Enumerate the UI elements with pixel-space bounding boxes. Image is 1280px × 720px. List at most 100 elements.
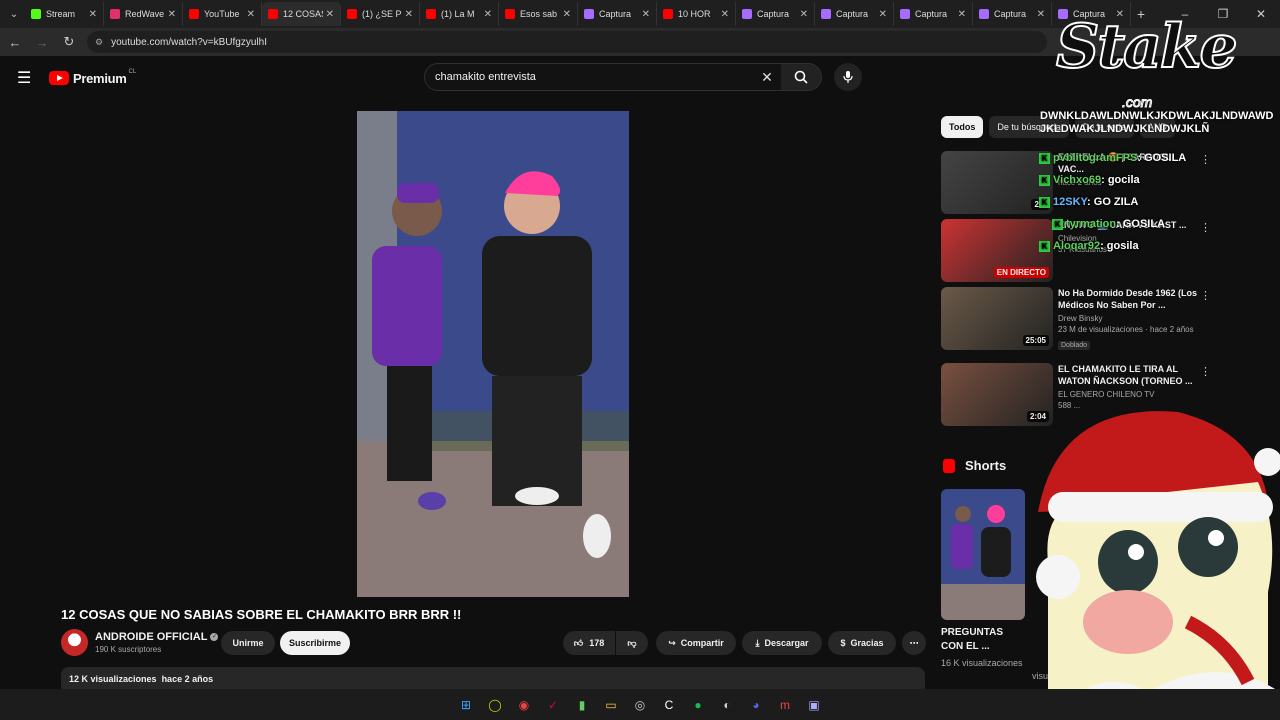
like-icon: 👍︎: [573, 637, 584, 648]
download-button[interactable]: ⤓ Descargar: [742, 631, 822, 655]
browser-tab[interactable]: Stream ✕: [25, 2, 104, 26]
channel-avatar[interactable]: [61, 629, 88, 656]
tab-title: (1) La M: [441, 9, 475, 19]
tab-close-icon[interactable]: ✕: [958, 9, 966, 20]
app2-icon[interactable]: m: [774, 694, 796, 716]
kick-badge-icon: K: [1039, 240, 1050, 252]
chat-message: Ktyrmation: GOSILA: [1052, 218, 1165, 230]
steam-icon[interactable]: ◐: [716, 694, 738, 716]
browser-tab[interactable]: Captura ✕: [894, 2, 973, 26]
tab-close-icon[interactable]: ✕: [1037, 9, 1045, 20]
browser-tab[interactable]: Captura ✕: [736, 2, 815, 26]
more-options-icon[interactable]: ⋮: [1200, 153, 1211, 166]
git-icon[interactable]: ◎: [629, 694, 651, 716]
download-icon: ⤓: [755, 637, 760, 648]
reload-icon[interactable]: ↻: [57, 34, 81, 50]
folder-icon[interactable]: ▭: [600, 694, 622, 716]
chat-username: Aloqar92: [1053, 240, 1101, 252]
more-actions-icon[interactable]: ⋯: [902, 631, 926, 655]
more-options-icon[interactable]: ⋮: [1200, 221, 1211, 234]
opera-gx-icon[interactable]: ◯: [484, 694, 506, 716]
mascot-overlay: [1036, 411, 1280, 720]
tab-favicon-icon: [900, 9, 910, 19]
browser-tab[interactable]: (1) La M ✕: [420, 2, 499, 26]
tab-search-icon[interactable]: ⌄: [3, 3, 25, 25]
obs-icon[interactable]: ✓: [542, 694, 564, 716]
site-info-icon[interactable]: ⚙: [95, 37, 103, 48]
dislike-button[interactable]: 👎︎: [616, 631, 648, 655]
tab-title: 10 HOR: [678, 9, 711, 19]
windows-icon[interactable]: ⊞: [455, 694, 477, 716]
clear-search-icon[interactable]: ✕: [753, 69, 781, 86]
back-icon[interactable]: ←: [3, 35, 27, 50]
short-title[interactable]: PREGUNTAS CON EL ...: [941, 626, 1025, 654]
tab-favicon-icon: [189, 9, 199, 19]
description-box[interactable]: 12 K visualizaciones hace 2 años: [61, 667, 925, 689]
tab-favicon-icon: [821, 9, 831, 19]
more-options-icon[interactable]: ⋮: [1200, 289, 1211, 302]
video-player[interactable]: [357, 111, 629, 597]
tab-title: Captura: [757, 9, 790, 19]
close-window-icon[interactable]: ✕: [1242, 7, 1280, 21]
share-button[interactable]: ↪ Compartir: [656, 631, 736, 655]
forward-icon[interactable]: →: [30, 35, 54, 50]
tab-close-icon[interactable]: ✕: [563, 9, 571, 20]
stake-logo-com: .com: [1121, 94, 1153, 111]
more-options-icon[interactable]: ⋮: [1200, 365, 1211, 378]
tab-close-icon[interactable]: ✕: [405, 9, 413, 20]
discord-icon[interactable]: ◕: [745, 694, 767, 716]
app-icon[interactable]: ▮: [571, 694, 593, 716]
tab-close-icon[interactable]: ✕: [168, 9, 176, 20]
filter-chip[interactable]: Todos: [941, 116, 984, 138]
tab-close-icon[interactable]: ✕: [642, 9, 650, 20]
tab-close-icon[interactable]: ✕: [879, 9, 887, 20]
chat-message: KpvblitogramFPS: GOSILA: [1039, 152, 1186, 164]
menu-icon[interactable]: ☰: [17, 68, 35, 88]
browser-tab[interactable]: Esos sab ✕: [499, 2, 578, 26]
browser-tab[interactable]: (1) ¿SE P ✕: [341, 2, 420, 26]
tab-close-icon[interactable]: ✕: [721, 9, 729, 20]
video-thumbnail[interactable]: EN DIRECTO: [941, 219, 1053, 282]
browser-tab[interactable]: Captura ✕: [815, 2, 894, 26]
thanks-button[interactable]: $ Gracias: [828, 631, 896, 655]
video-thumbnail[interactable]: 22:: [941, 151, 1053, 214]
search-button[interactable]: [781, 64, 821, 90]
subscribe-button[interactable]: Suscribirme: [280, 631, 350, 655]
tab-close-icon[interactable]: ✕: [326, 9, 334, 20]
chat-text: : GOSILA: [1116, 218, 1166, 230]
shorts-header: Shorts: [943, 458, 1006, 473]
tab-close-icon[interactable]: ✕: [89, 9, 97, 20]
search-input[interactable]: chamakito entrevista: [425, 71, 753, 83]
rec-channel[interactable]: Drew Binsky: [1058, 314, 1198, 323]
channel-name[interactable]: ANDROIDE OFFICIAL: [95, 631, 207, 643]
browser-tab[interactable]: Captura ✕: [578, 2, 657, 26]
youtube-logo[interactable]: Premium CL: [49, 69, 136, 86]
join-button[interactable]: Unirme: [221, 631, 275, 655]
browser-tab[interactable]: RedWave ✕: [104, 2, 183, 26]
video-title: 12 COSAS QUE NO SABIAS SOBRE EL CHAMAKIT…: [61, 607, 462, 622]
browser-tab[interactable]: YouTube ✕: [183, 2, 262, 26]
url-field[interactable]: ⚙ youtube.com/watch?v=kBUfgzyulhI: [87, 31, 1047, 53]
kick-badge-icon: K: [1039, 196, 1050, 208]
claude-icon[interactable]: C: [658, 694, 680, 716]
browser-tab[interactable]: Captura ✕: [973, 2, 1052, 26]
subscriber-count: 190 K suscriptores: [95, 645, 162, 654]
video-thumbnail[interactable]: 25:05: [941, 287, 1053, 350]
tab-close-icon[interactable]: ✕: [484, 9, 492, 20]
recommended-video[interactable]: 25:05 No Ha Dormido Desde 1962 (Los Médi…: [941, 287, 1211, 351]
browser-tab[interactable]: 10 HOR ✕: [657, 2, 736, 26]
tab-close-icon[interactable]: ✕: [800, 9, 808, 20]
tab-title: YouTube: [204, 9, 240, 19]
rec-title[interactable]: EL CHAMAKITO LE TIRA AL WATON ÑACKSON (T…: [1058, 363, 1198, 387]
tab-close-icon[interactable]: ✕: [247, 9, 255, 20]
spotify-icon[interactable]: ●: [687, 694, 709, 716]
browser-tab[interactable]: 12 COSAS✕: [262, 2, 341, 26]
app3-icon[interactable]: ▣: [803, 694, 825, 716]
dislike-icon: 👎︎: [627, 637, 637, 648]
tab-title: 12 COSAS: [283, 9, 323, 19]
short-thumbnail[interactable]: [941, 489, 1025, 620]
voice-search-button[interactable]: [834, 63, 862, 91]
rec-title[interactable]: No Ha Dormido Desde 1962 (Los Médicos No…: [1058, 287, 1198, 311]
chrome-icon[interactable]: ◉: [513, 694, 535, 716]
like-button[interactable]: 👍︎ 178: [563, 631, 615, 655]
